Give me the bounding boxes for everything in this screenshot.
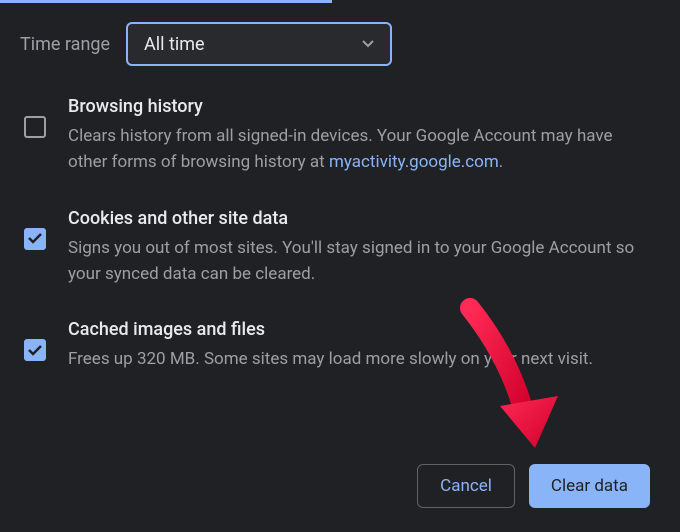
cancel-button[interactable]: Cancel xyxy=(417,464,515,508)
checkbox-cache[interactable] xyxy=(24,339,46,361)
time-range-row: Time range All time xyxy=(0,0,680,66)
myactivity-link[interactable]: myactivity.google.com xyxy=(329,152,499,172)
option-title: Browsing history xyxy=(68,96,656,117)
checkbox-browsing-history[interactable] xyxy=(24,116,46,138)
option-cache: Cached images and files Frees up 320 MB.… xyxy=(24,319,656,372)
option-title: Cached images and files xyxy=(68,319,656,340)
options-list: Browsing history Clears history from all… xyxy=(0,66,680,373)
option-description: Frees up 320 MB. Some sites may load mor… xyxy=(68,346,656,372)
option-description: Clears history from all signed-in device… xyxy=(68,123,656,176)
option-description: Signs you out of most sites. You'll stay… xyxy=(68,235,656,288)
time-range-label: Time range xyxy=(20,34,110,55)
clear-data-button[interactable]: Clear data xyxy=(529,464,650,508)
checkbox-cookies[interactable] xyxy=(24,228,46,250)
time-range-select[interactable]: All time xyxy=(126,22,392,66)
dialog-actions: Cancel Clear data xyxy=(417,464,650,508)
time-range-value: All time xyxy=(144,34,205,55)
chevron-down-icon xyxy=(362,40,374,48)
option-title: Cookies and other site data xyxy=(68,208,656,229)
option-browsing-history: Browsing history Clears history from all… xyxy=(24,96,656,176)
option-cookies: Cookies and other site data Signs you ou… xyxy=(24,208,656,288)
active-tab-indicator xyxy=(0,0,332,3)
